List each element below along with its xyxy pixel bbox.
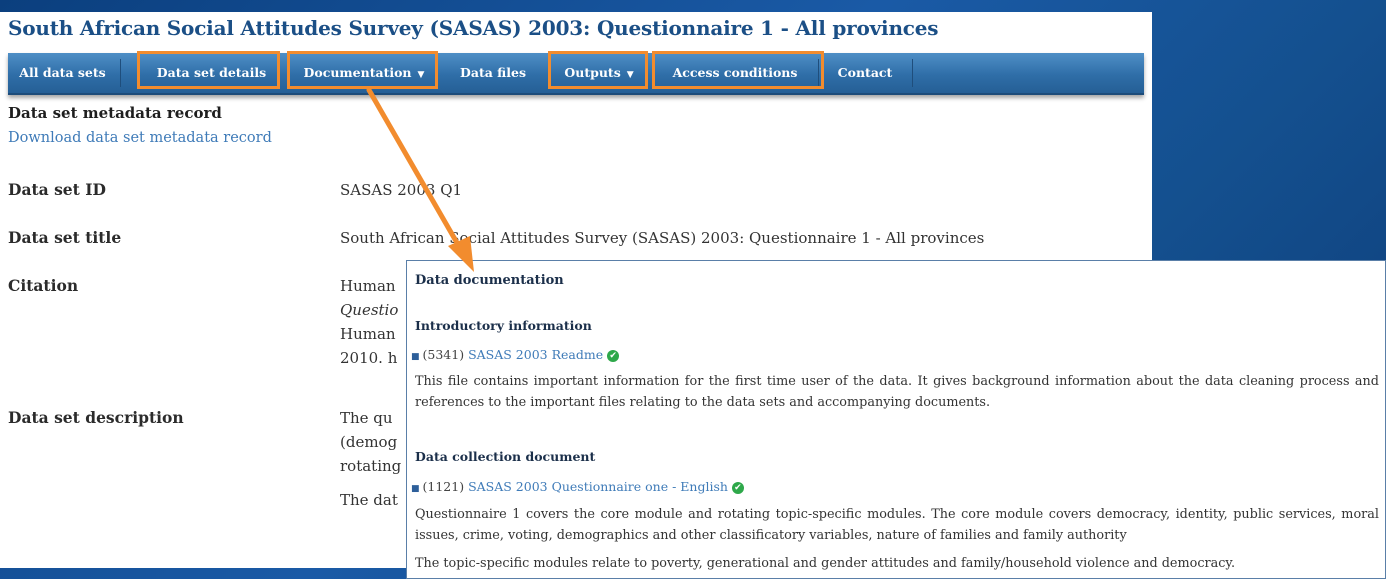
bullet-icon: ■ — [411, 352, 420, 362]
citation-line: 2010. h — [340, 349, 398, 367]
nav-data-set-details[interactable]: Data set details — [140, 53, 283, 93]
bullet-icon: ■ — [411, 484, 420, 494]
citation-line: Human — [340, 325, 396, 343]
description-line: (demog — [340, 433, 398, 451]
nav-outputs[interactable]: Outputs ▼ — [553, 53, 645, 93]
doc-id: (1121) — [422, 479, 465, 494]
description-line: rotating — [340, 457, 402, 475]
nav-separator — [912, 59, 913, 87]
check-circle-icon: ✔ — [731, 481, 744, 494]
description-line: The dat — [340, 491, 398, 509]
nav-label: Data files — [460, 65, 526, 80]
field-label-data-set-title: Data set title — [8, 228, 122, 247]
nav-documentation[interactable]: Documentation ▼ — [291, 53, 437, 93]
download-metadata-link[interactable]: Download data set metadata record — [8, 130, 272, 146]
field-label-data-set-id: Data set ID — [8, 180, 106, 199]
nav-separator — [818, 59, 819, 87]
description-line: The qu — [340, 409, 393, 427]
field-value-data-set-description: The qu (demog rotating The dat — [340, 406, 401, 512]
nav-label: Contact — [837, 65, 893, 80]
page-title: South African Social Attitudes Survey (S… — [8, 16, 939, 40]
documentation-popup: Data documentation Introductory informat… — [406, 260, 1386, 579]
doc-entry-questionnaire: ■ (1121) SASAS 2003 Questionnaire one - E… — [411, 479, 744, 494]
field-label-citation: Citation — [8, 276, 79, 295]
nav-all-data-sets[interactable]: All data sets — [8, 53, 117, 93]
field-value-data-set-id: SASAS 2003 Q1 — [340, 181, 463, 199]
doc-link-questionnaire[interactable]: SASAS 2003 Questionnaire one - English — [468, 479, 728, 494]
section-heading-introductory: Introductory information — [415, 318, 592, 333]
metadata-heading: Data set metadata record — [8, 104, 222, 122]
field-value-citation: Human Questio Human 2010. h — [340, 274, 398, 370]
nav-label: Access conditions — [672, 65, 798, 80]
popup-title: Data documentation — [415, 273, 564, 288]
doc-entry-readme: ■ (5341) SASAS 2003 Readme ✔ — [411, 347, 620, 362]
nav-data-files[interactable]: Data files — [445, 53, 541, 93]
nav-label: All data sets — [19, 65, 106, 80]
nav-label: Outputs — [564, 65, 621, 80]
nav-bar: All data sets Data set details Documenta… — [8, 53, 1144, 95]
doc-id: (5341) — [422, 347, 465, 362]
citation-line: Human — [340, 277, 396, 295]
doc-description-questionnaire-2: The topic-specific modules relate to pov… — [415, 556, 1236, 571]
nav-separator — [120, 59, 121, 87]
chevron-down-icon: ▼ — [417, 70, 425, 80]
section-heading-data-collection: Data collection document — [415, 449, 596, 464]
field-value-data-set-title: South African Social Attitudes Survey (S… — [340, 229, 985, 247]
doc-description-questionnaire: Questionnaire 1 covers the core module a… — [415, 507, 1379, 543]
nav-access-conditions[interactable]: Access conditions — [654, 53, 816, 93]
doc-link-readme[interactable]: SASAS 2003 Readme — [468, 347, 603, 362]
doc-description-readme: This file contains important information… — [415, 374, 1379, 410]
nav-label: Documentation — [303, 65, 412, 80]
citation-line: Questio — [340, 301, 399, 319]
chevron-down-icon: ▼ — [626, 70, 634, 80]
field-label-data-set-description: Data set description — [8, 408, 184, 427]
check-circle-icon: ✔ — [607, 349, 620, 362]
nav-label: Data set details — [156, 65, 267, 80]
nav-contact[interactable]: Contact — [820, 53, 910, 93]
